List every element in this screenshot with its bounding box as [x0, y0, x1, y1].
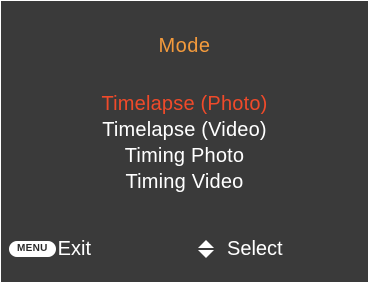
mode-menu: Timelapse (Photo) Timelapse (Video) Timi…	[1, 91, 368, 195]
menu-item-timelapse-photo[interactable]: Timelapse (Photo)	[1, 91, 368, 117]
exit-label: Exit	[57, 238, 91, 260]
exit-hint[interactable]: MENU Exit	[9, 238, 91, 260]
menu-item-timing-video[interactable]: Timing Video	[1, 169, 368, 195]
select-hint[interactable]: Select	[197, 238, 283, 260]
mode-screen: Mode Timelapse (Photo) Timelapse (Video)…	[1, 1, 368, 282]
page-title: Mode	[158, 35, 211, 57]
up-down-triangle-icon	[198, 240, 214, 258]
select-label: Select	[227, 238, 283, 260]
menu-item-timing-photo[interactable]: Timing Photo	[1, 143, 368, 169]
menu-item-timelapse-video[interactable]: Timelapse (Video)	[1, 117, 368, 143]
menu-button-icon[interactable]: MENU	[9, 241, 56, 257]
